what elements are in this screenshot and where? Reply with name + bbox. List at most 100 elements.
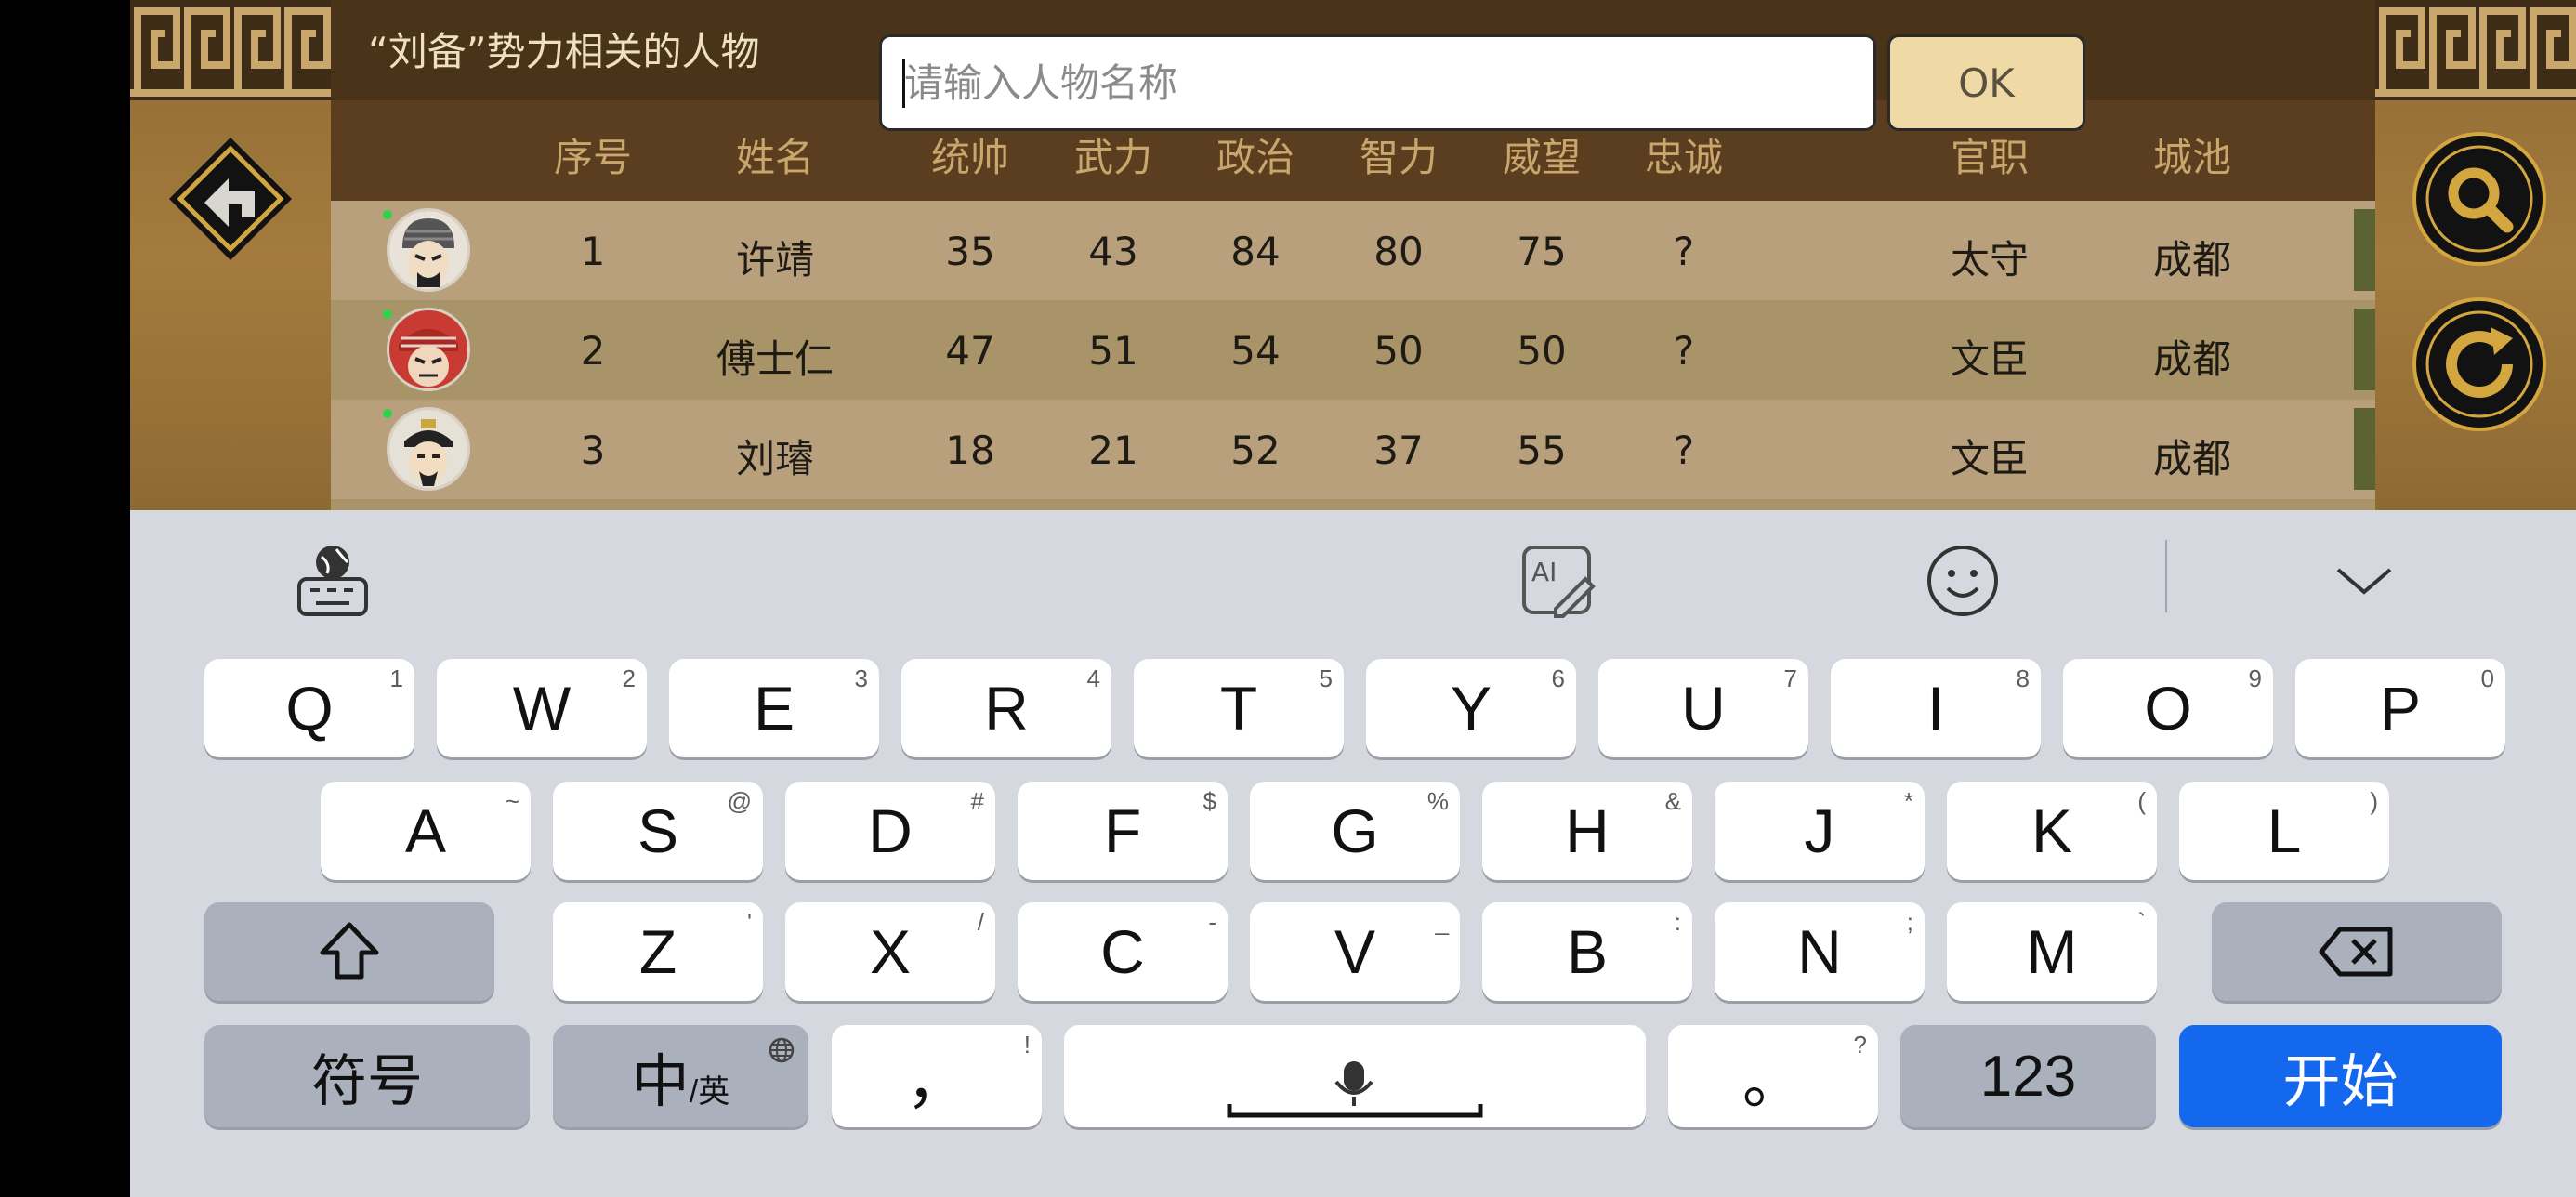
- cell-lead: 47: [945, 328, 995, 374]
- col-header-fame[interactable]: 威望: [1503, 126, 1581, 183]
- cell-no: 3: [580, 428, 606, 473]
- online-indicator: [383, 409, 392, 418]
- key-t[interactable]: T5: [1134, 659, 1344, 757]
- cell-fame: 50: [1517, 328, 1567, 374]
- key-l[interactable]: L): [2179, 782, 2389, 880]
- portrait-crown-icon: [389, 410, 467, 488]
- backspace-key[interactable]: [2212, 902, 2502, 1001]
- language-switch-key[interactable]: 中/英: [553, 1025, 808, 1127]
- key-w[interactable]: W2: [437, 659, 647, 757]
- text-caret: [902, 59, 905, 108]
- left-side-panel: [130, 0, 331, 510]
- comma-key[interactable]: ，!: [832, 1025, 1042, 1127]
- search-button[interactable]: [2412, 132, 2546, 266]
- key-y[interactable]: Y6: [1366, 659, 1576, 757]
- col-header-int[interactable]: 智力: [1360, 126, 1438, 183]
- key-o[interactable]: O9: [2063, 659, 2273, 757]
- key-r[interactable]: R4: [901, 659, 1111, 757]
- col-header-no[interactable]: 序号: [554, 126, 632, 183]
- page-title: “刘备”势力相关的人物: [368, 29, 760, 74]
- emoji-icon[interactable]: [1924, 542, 2002, 620]
- key-q[interactable]: Q1: [204, 659, 414, 757]
- col-header-office[interactable]: 官职: [1951, 126, 2029, 183]
- cell-int: 37: [1373, 428, 1424, 473]
- avatar: [387, 308, 470, 391]
- backspace-icon: [2319, 927, 2393, 977]
- symbols-key[interactable]: 符号: [204, 1025, 530, 1127]
- cell-int: 80: [1373, 229, 1424, 274]
- table-row[interactable]: 2 傅士仁 47 51 54 50 50 ? 文臣 成都 定位: [331, 300, 2484, 400]
- avatar: [387, 208, 470, 292]
- col-header-war[interactable]: 武力: [1074, 126, 1152, 183]
- search-text-field[interactable]: [882, 37, 1873, 128]
- right-side-panel: [2375, 0, 2576, 510]
- col-header-city[interactable]: 城池: [2153, 126, 2231, 183]
- search-input[interactable]: [879, 34, 1876, 131]
- keyboard-globe-icon[interactable]: [294, 542, 372, 620]
- key-n[interactable]: N;: [1715, 902, 1925, 1001]
- shift-key[interactable]: [204, 902, 494, 1001]
- cell-name: 许靖: [735, 237, 815, 283]
- col-header-lead[interactable]: 统帅: [931, 126, 1009, 183]
- col-header-loyal[interactable]: 忠诚: [1645, 126, 1723, 183]
- cell-office: 文臣: [1950, 336, 2030, 382]
- key-z[interactable]: Z ': [553, 902, 763, 1001]
- collapse-chevron-icon[interactable]: [2333, 551, 2396, 611]
- key-i[interactable]: I8: [1831, 659, 2041, 757]
- svg-text:AI: AI: [1531, 557, 1557, 587]
- key-e[interactable]: E3: [669, 659, 879, 757]
- table-row[interactable]: 3 刘璿 18 21 52 37 55 ? 文臣 成都 定位: [331, 400, 2484, 499]
- meander-ornament: [2375, 0, 2576, 100]
- ok-button[interactable]: OK: [1887, 34, 2085, 131]
- key-v[interactable]: V _: [1250, 902, 1460, 1001]
- cell-fame: 75: [1517, 229, 1567, 274]
- period-key[interactable]: 。?: [1668, 1025, 1878, 1127]
- cell-city: 成都: [2152, 237, 2232, 283]
- key-m[interactable]: M `: [1947, 902, 2157, 1001]
- refresh-icon: [2425, 310, 2533, 418]
- enter-start-key[interactable]: 开始: [2179, 1025, 2502, 1127]
- key-f[interactable]: F $: [1018, 782, 1228, 880]
- online-indicator: [383, 309, 392, 319]
- ai-write-icon[interactable]: AI: [1518, 542, 1597, 620]
- key-u[interactable]: U7: [1598, 659, 1808, 757]
- number-switch-key[interactable]: 123: [1900, 1025, 2156, 1127]
- globe-icon: [769, 1037, 795, 1063]
- key-b[interactable]: B:: [1482, 902, 1692, 1001]
- key-p[interactable]: P0: [2295, 659, 2505, 757]
- cell-lead: 18: [945, 428, 995, 473]
- key-c[interactable]: C-: [1018, 902, 1228, 1001]
- portrait-helmet-icon: [389, 211, 467, 289]
- key-k[interactable]: K(: [1947, 782, 2157, 880]
- portrait-red-headband-icon: [389, 310, 467, 388]
- toolbar-divider: [2165, 540, 2167, 612]
- cell-name: 刘璿: [735, 436, 815, 481]
- avatar: [387, 407, 470, 491]
- key-s[interactable]: S @: [553, 782, 763, 880]
- cell-lead: 35: [945, 229, 995, 274]
- col-header-name[interactable]: 姓名: [736, 126, 814, 183]
- cell-no: 1: [580, 229, 606, 274]
- cell-fame: 55: [1517, 428, 1567, 473]
- cell-pol: 84: [1230, 229, 1281, 274]
- key-j[interactable]: J *: [1715, 782, 1925, 880]
- back-button[interactable]: [164, 132, 297, 266]
- soft-keyboard: AI Q1 W2 E3 R4 T5 Y6 U7 I8 O9 P0 A ~ S @ D…: [130, 510, 2576, 1197]
- key-d[interactable]: D #: [785, 782, 995, 880]
- key-x[interactable]: X /: [785, 902, 995, 1001]
- key-g[interactable]: G%: [1250, 782, 1460, 880]
- table-row[interactable]: 1 许靖 35 43 84 80 75 ? 太守 成都 定位: [331, 201, 2484, 300]
- col-header-pol[interactable]: 政治: [1216, 126, 1295, 183]
- space-key[interactable]: [1064, 1025, 1646, 1127]
- key-a[interactable]: A ~: [321, 782, 531, 880]
- refresh-button[interactable]: [2412, 297, 2546, 431]
- cell-int: 50: [1373, 328, 1424, 374]
- cell-war: 51: [1088, 328, 1138, 374]
- game-screen: “刘备”势力相关的人物 序号 姓名 统帅 武力 政治 智力 威望 忠诚 官职 城…: [130, 0, 2576, 510]
- shift-arrow-icon: [320, 922, 379, 980]
- cell-pol: 54: [1230, 328, 1281, 374]
- key-h[interactable]: H &: [1482, 782, 1692, 880]
- cell-no: 2: [580, 328, 606, 374]
- cell-war: 43: [1088, 229, 1138, 274]
- cell-office: 太守: [1950, 237, 2030, 283]
